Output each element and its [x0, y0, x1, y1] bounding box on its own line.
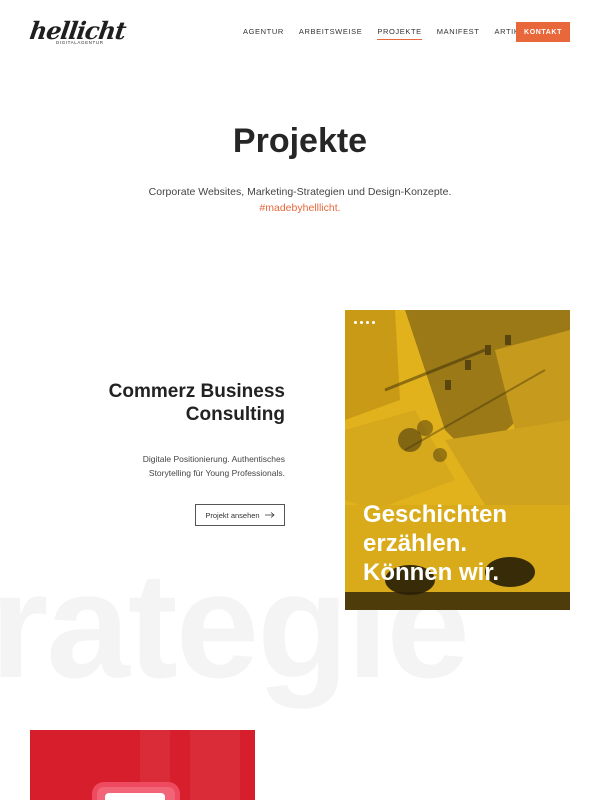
arrow-right-icon: [264, 511, 275, 520]
project-description-line-1: Digitale Positionierung. Authentisches: [142, 454, 285, 464]
next-project-image[interactable]: [30, 730, 255, 800]
project-title[interactable]: Commerz Business Consulting: [65, 380, 285, 426]
nav-item-agentur[interactable]: AGENTUR: [243, 27, 284, 39]
project-title-line-1: Commerz Business: [108, 381, 285, 402]
phone-screen: [105, 793, 165, 800]
project-quote: Geschichten erzählen. Können wir.: [363, 500, 507, 587]
contact-button[interactable]: KONTAKT: [516, 22, 570, 42]
page-title: Projekte: [232, 122, 368, 160]
hashtag-link[interactable]: #madebyhelllicht.: [0, 200, 600, 216]
project-description: Digitale Positionierung. Authentisches S…: [65, 452, 285, 480]
slider-dot[interactable]: [372, 321, 375, 324]
main-nav: AGENTUR ARBEITSWEISE PROJEKTE MANIFEST A…: [243, 27, 545, 40]
slider-dot[interactable]: [354, 321, 357, 324]
project-image[interactable]: Geschichten erzählen. Können wir.: [345, 310, 570, 610]
decorative-stripe: [190, 730, 240, 800]
project-quote-line-1: Geschichten: [363, 501, 508, 528]
nav-item-arbeitsweise[interactable]: ARBEITSWEISE: [299, 27, 362, 39]
project-title-line-2: Consulting: [185, 404, 285, 425]
view-project-button[interactable]: Projekt ansehen: [195, 504, 285, 526]
project-quote-line-3: Können wir.: [363, 559, 500, 586]
phone-mockup: [92, 782, 180, 800]
nav-item-projekte[interactable]: PROJEKTE: [377, 27, 423, 40]
page-subtitle: Corporate Websites, Marketing-Strategien…: [148, 186, 452, 198]
slider-dots: [354, 321, 375, 324]
view-project-label: Projekt ansehen: [205, 510, 260, 520]
site-header: hellicht DIGITALAGENTUR AGENTUR ARBEITSW…: [0, 0, 600, 64]
slider-dot[interactable]: [360, 321, 363, 324]
project-quote-line-2: erzählen.: [363, 530, 468, 557]
project-description-line-2: Storytelling für Young Professionals.: [148, 468, 285, 478]
slider-dot[interactable]: [366, 321, 369, 324]
nav-item-manifest[interactable]: MANIFEST: [437, 27, 480, 39]
logo[interactable]: hellicht DIGITALAGENTUR: [28, 16, 127, 50]
logo-subtitle: DIGITALAGENTUR: [56, 40, 104, 45]
